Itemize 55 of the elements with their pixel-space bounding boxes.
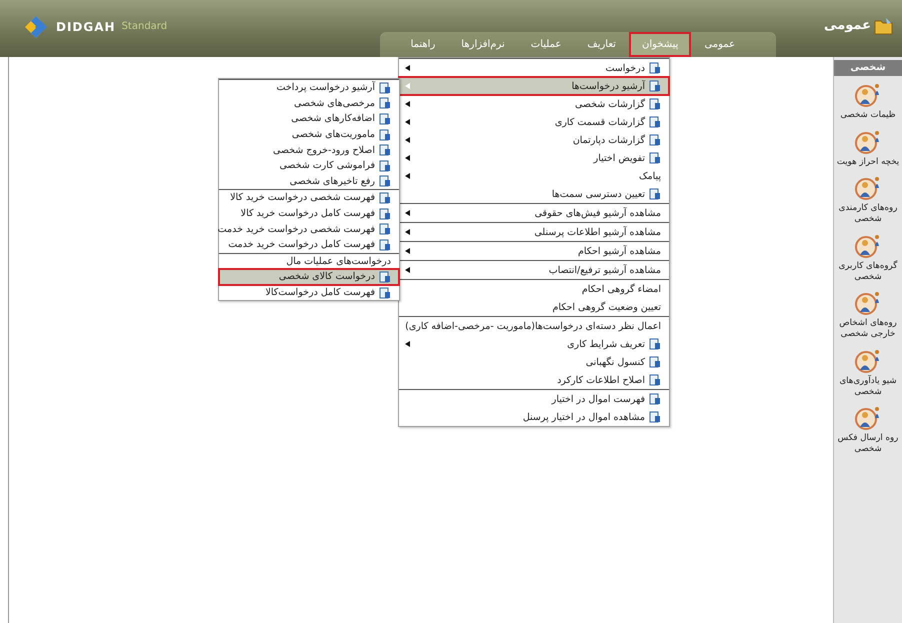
sidebar-item[interactable]: ظیمات شخصی (834, 110, 902, 121)
menu-item[interactable]: فهرست شخصی درخواست خرید کالا (219, 190, 399, 206)
menu-item[interactable]: گزارشات دپارتمان (399, 131, 669, 149)
folder-icon (874, 16, 894, 34)
sidebar-item[interactable]: روه‌های کارمندی شخصی (834, 203, 902, 225)
logo-brand: DIDGAH (56, 20, 116, 34)
menu-item[interactable]: امضاء گروهی احکام (399, 280, 669, 298)
menu-item[interactable]: اعمال نظر دسته‌ای درخواست‌ها(ماموریت -مرخصی-اضافه کاری) (399, 317, 669, 335)
sidebar-title: شخصی (834, 60, 902, 76)
menu-item[interactable]: آرشیو درخواست پرداخت (219, 80, 399, 96)
people-icon[interactable] (854, 348, 882, 376)
menu-tab[interactable]: راهنما (400, 34, 446, 55)
menu-item[interactable]: فهرست کامل درخواست خرید خدمت (219, 236, 399, 253)
menu-item[interactable]: کنسول نگهبانی (399, 353, 669, 371)
menu-item[interactable]: فهرست شخصی درخواست خرید خدمت (219, 221, 399, 237)
menu-item[interactable]: رفع تاخیرهای شخصی (219, 174, 399, 190)
menu-item[interactable]: درخواست کالای شخصی (219, 269, 399, 285)
menu-item[interactable]: فهرست اموال در اختیار (399, 390, 669, 408)
header-title: عمومی (824, 18, 871, 33)
menu-item[interactable]: مرخصی‌های شخصی (219, 96, 399, 112)
menu-item[interactable]: پیامک (399, 167, 669, 185)
menu-item[interactable]: مشاهده آرشیو احکام (399, 242, 669, 260)
sidebar-item[interactable]: روه ارسال فکس شخصی (834, 433, 902, 455)
menu-item[interactable]: مشاهده اموال در اختیار پرسنل (399, 408, 669, 426)
menu-item[interactable]: اضافه‌کارهای شخصی (219, 111, 399, 127)
menu-item[interactable]: مشاهده آرشیو اطلاعات پرسنلی (399, 223, 669, 241)
menu-item[interactable]: گزارشات شخصی (399, 95, 669, 113)
menu-item[interactable]: تعریف شرایط کاری (399, 335, 669, 353)
menu-tab[interactable]: تعاریف (576, 34, 627, 55)
menu-item[interactable]: مشاهده آرشیو فیش‌های حقوقی (399, 204, 669, 222)
menu-item[interactable]: اصلاح اطلاعات کارکرد (399, 371, 669, 389)
menu-item[interactable]: فهرست کامل درخواست‌کالا (219, 284, 399, 300)
menu-item[interactable]: تعیین وضعیت گروهی احکام (399, 298, 669, 316)
menu-item[interactable]: اصلاح ورود-خروج شخصی (219, 142, 399, 158)
menu-item[interactable]: درخواست (399, 59, 669, 77)
sidebar-item[interactable]: شیو یادآوری‌های شخصی (834, 376, 902, 398)
sidebar-item[interactable]: یخچه احراز هویت (834, 156, 902, 168)
menu-item[interactable]: تعیین دسترسی سمت‌ها (399, 185, 669, 203)
menu-item[interactable]: گزارشات قسمت کاری (399, 113, 669, 131)
menu-item[interactable]: فراموشی کارت شخصی (219, 158, 399, 174)
people-icon[interactable] (854, 232, 882, 261)
sidebar-item[interactable]: روه‌های اشخاص خارجی شخصی (834, 318, 902, 340)
menu-item[interactable]: فهرست کامل درخواست خرید کالا (219, 206, 399, 222)
menu-item[interactable]: آرشیو درخواست‌ها (399, 77, 669, 95)
people-icon[interactable] (854, 82, 882, 110)
sidebar-item[interactable]: گروه‌های کاربری شخصی (834, 260, 902, 282)
menu-item[interactable]: ماموریت‌های شخصی (219, 126, 399, 142)
menu-tab[interactable]: عملیات (520, 34, 572, 55)
menu-item[interactable]: درخواست‌های عملیات مال (219, 254, 399, 270)
menu-item[interactable]: تفویض اختیار (399, 149, 669, 167)
menu-item[interactable]: مشاهده آرشیو ترفیع/انتصاب (399, 261, 669, 279)
logo-edition: Standard (122, 21, 168, 32)
people-icon[interactable] (854, 128, 882, 157)
menu-tab[interactable]: نرم‌افزارها (450, 34, 516, 55)
menu-tab[interactable]: عمومی (693, 34, 746, 55)
